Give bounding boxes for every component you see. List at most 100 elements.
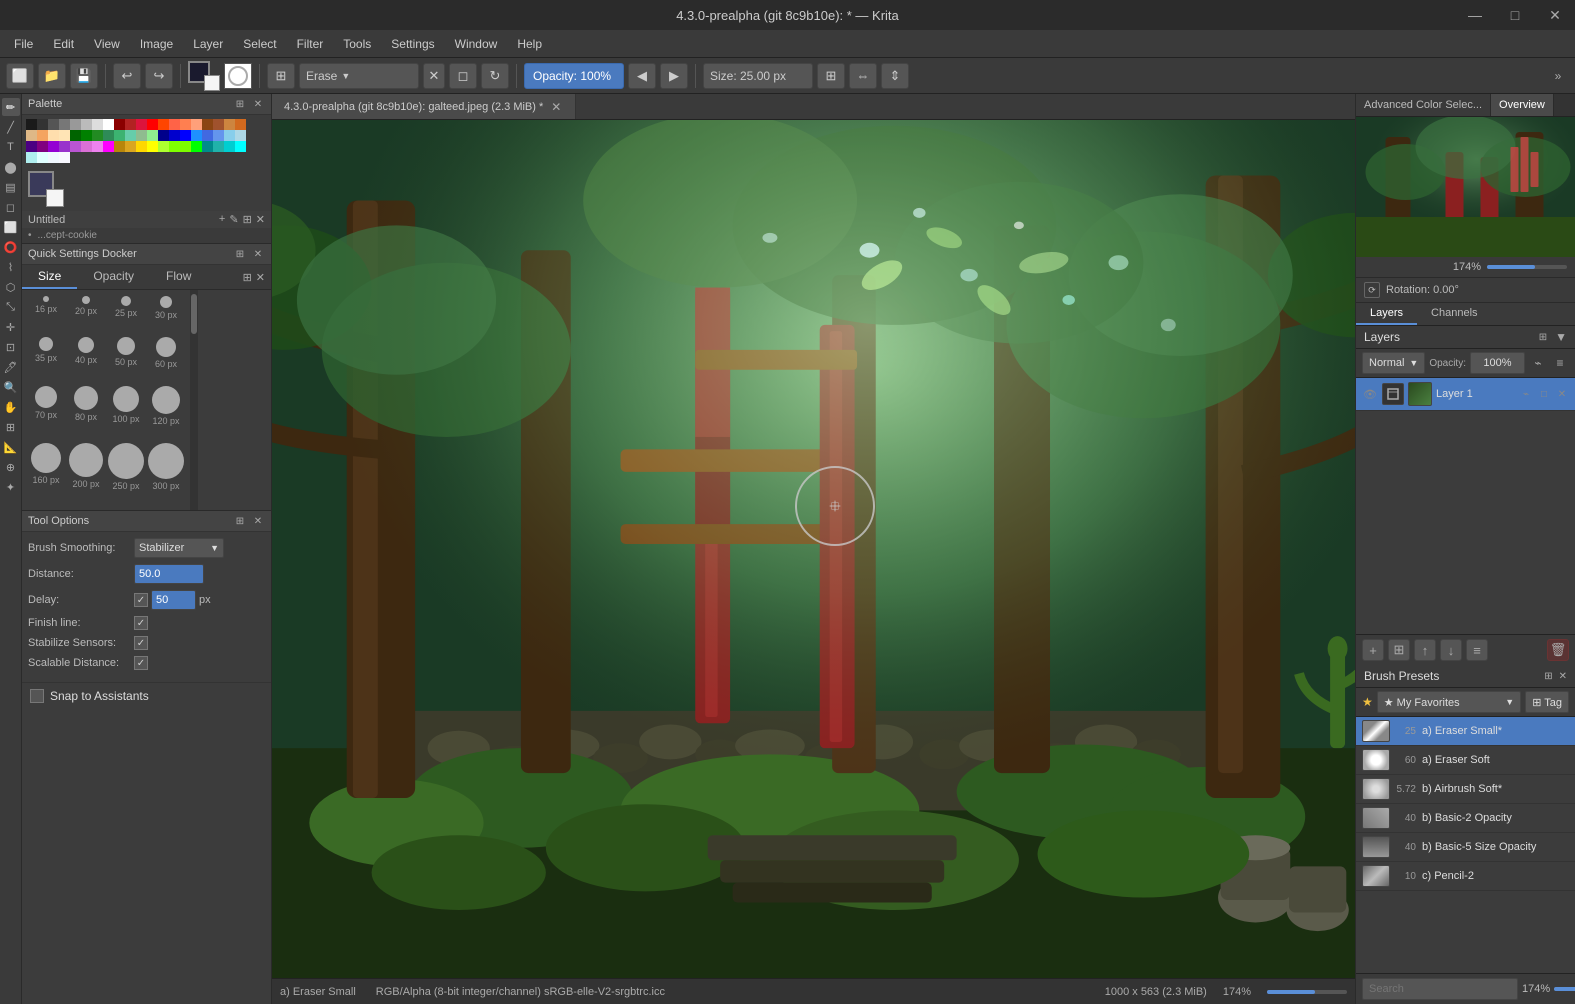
size-control[interactable]: Size: 25.00 px [703,63,813,89]
layers-filter-btn[interactable]: ▼ [1555,330,1567,344]
quick-settings-close-btn[interactable]: ✕ [251,247,265,261]
palette-add-btn[interactable]: + [219,213,225,226]
palette-swatch[interactable] [37,141,48,152]
tool-gradient[interactable]: ▤ [2,178,20,196]
quick-settings-scrollbar[interactable] [190,290,198,510]
brush-size-item[interactable]: 25 px [108,296,144,333]
palette-swatch[interactable] [103,130,114,141]
brush-size-item[interactable]: 160 px [28,443,64,504]
palette-swatch[interactable] [37,130,48,141]
brush-row[interactable]: 5.72b) Airbrush Soft* [1356,775,1575,804]
finish-line-checkbox[interactable]: ✓ [134,616,148,630]
palette-swatch[interactable] [191,141,202,152]
brush-size-item[interactable]: 50 px [108,337,144,382]
palette-swatch[interactable] [180,141,191,152]
tool-line[interactable]: ╱ [2,118,20,136]
palette-swatch[interactable] [70,141,81,152]
palette-swatch[interactable] [169,119,180,130]
move-down-btn[interactable]: ↓ [1440,639,1462,661]
move-up-btn[interactable]: ↑ [1414,639,1436,661]
palette-swatch[interactable] [213,130,224,141]
palette-swatch[interactable] [114,141,125,152]
brush-row[interactable]: 25a) Eraser Small* [1356,717,1575,746]
brush-row[interactable]: 60a) Eraser Soft [1356,746,1575,775]
palette-swatch[interactable] [158,141,169,152]
brush-size-item[interactable]: 30 px [148,296,184,333]
palette-swatch[interactable] [92,141,103,152]
palette-swatch[interactable] [48,130,59,141]
palette-swatch[interactable] [125,141,136,152]
duplicate-layer-btn[interactable]: ⊞ [1388,639,1410,661]
palette-swatch[interactable] [136,119,147,130]
tool-text[interactable]: T [2,138,20,156]
palette-swatch[interactable] [191,119,202,130]
palette-swatch[interactable] [48,119,59,130]
zoom-slider[interactable] [1267,990,1347,994]
palette-swatch[interactable] [202,119,213,130]
tool-contiguous-select[interactable]: ⬡ [2,278,20,296]
palette-swatch[interactable] [59,119,70,130]
size-options-button[interactable]: ⊞ [817,63,845,89]
palette-swatch[interactable] [114,119,125,130]
palette-swatch[interactable] [92,119,103,130]
menu-select[interactable]: Select [233,33,286,55]
brush-size-item[interactable]: 60 px [148,337,184,382]
mirror-h-button[interactable]: ⇔ [849,63,877,89]
brush-size-item[interactable]: 200 px [68,443,104,504]
quick-settings-settings-btn[interactable]: ⊞ [233,247,247,261]
add-layer-btn[interactable]: + [1362,639,1384,661]
brush-preset-preview[interactable] [224,63,252,89]
tool-grid[interactable]: ⊞ [2,418,20,436]
tool-select-rect[interactable]: ⬜ [2,218,20,236]
brush-size-item[interactable]: 100 px [108,386,144,439]
brush-size-item[interactable]: 250 px [108,443,144,504]
palette-swatch[interactable] [202,130,213,141]
brush-row[interactable]: 10c) Pencil-2 [1356,862,1575,891]
palette-swatch[interactable] [136,130,147,141]
tool-crop[interactable]: ⊡ [2,338,20,356]
tab-opacity[interactable]: Opacity [77,265,150,289]
palette-swatch[interactable] [103,141,114,152]
palette-swatch[interactable] [158,130,169,141]
palette-edit-btn[interactable]: ✎ [229,213,238,226]
opacity-down-button[interactable]: ◀ [628,63,656,89]
palette-swatch[interactable] [224,119,235,130]
palette-swatch[interactable] [136,141,147,152]
tab-advanced-color[interactable]: Advanced Color Selec... [1356,94,1491,116]
tab-channels[interactable]: Channels [1417,303,1491,325]
palette-swatch[interactable] [213,119,224,130]
tool-smart-patch[interactable]: ✦ [2,478,20,496]
menu-edit[interactable]: Edit [43,33,84,55]
layers-options-btn[interactable]: ≡ [1466,639,1488,661]
tool-eraser[interactable]: ◻ [2,198,20,216]
palette-swatch[interactable] [147,119,158,130]
menu-tools[interactable]: Tools [333,33,381,55]
palette-swatch[interactable] [92,130,103,141]
layer-action-0-c[interactable]: ✕ [1555,387,1569,401]
menu-help[interactable]: Help [507,33,552,55]
palette-swatch[interactable] [125,130,136,141]
menu-window[interactable]: Window [445,33,508,55]
brush-size-item[interactable]: 16 px [28,296,64,333]
layer-action-0-a[interactable]: ⌁ [1519,387,1533,401]
palette-swatch[interactable] [202,141,213,152]
menu-settings[interactable]: Settings [381,33,444,55]
palette-swatch[interactable] [103,119,114,130]
save-button[interactable]: 💾 [70,63,98,89]
menu-layer[interactable]: Layer [183,33,233,55]
quick-settings-expand-btn[interactable]: ⊞ [243,271,252,284]
palette-delete-btn[interactable]: ✕ [256,213,265,226]
refresh-button[interactable]: ↻ [481,63,509,89]
quick-settings-close2-btn[interactable]: ✕ [256,271,265,284]
brush-presets-settings-btn[interactable]: ⊞ [1544,671,1552,682]
brush-presets-close-btn[interactable]: ✕ [1559,671,1567,682]
toolbar-overflow-button[interactable]: » [1547,65,1569,87]
delete-layer-btn[interactable]: 🗑 [1547,639,1569,661]
erase-clear-button[interactable]: ✕ [423,63,445,89]
tool-options-close-btn[interactable]: ✕ [251,514,265,528]
palette-swatch[interactable] [180,119,191,130]
brush-size-item[interactable]: 120 px [148,386,184,439]
mirror-v-button[interactable]: ⇕ [881,63,909,89]
palette-swatch[interactable] [26,152,37,163]
snap-checkbox[interactable] [30,689,44,703]
